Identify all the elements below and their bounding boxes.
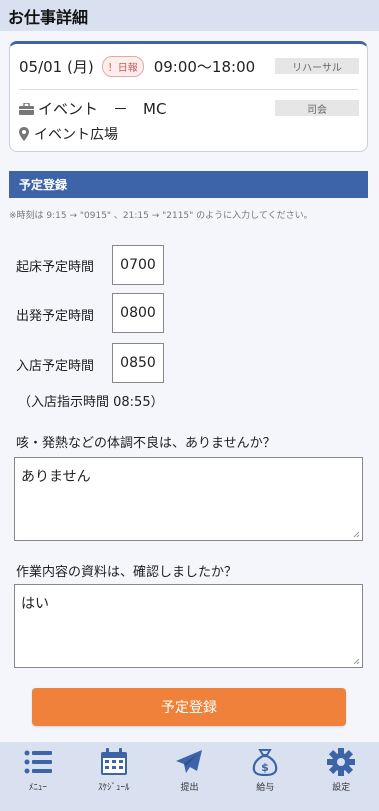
instruction-time: （入店指示時間 08:55） [18,395,164,410]
svg-text:$: $ [261,761,269,774]
wake-time-label: 起床予定時間 [16,260,95,275]
resize-grip-icon [353,531,360,538]
job-card: 05/01 (月) ！日報 09:00〜18:00 リハーサル イベント － M… [9,41,368,152]
report-badge[interactable]: ！日報 [101,56,144,77]
health-answer: ありません [21,469,91,485]
material-question: 作業内容の資料は、確認しましたか？ [16,565,238,580]
tag-mc: 司会 [275,100,359,116]
list-icon [24,750,52,774]
nav-settings-label: 設定 [332,783,351,793]
resize-grip-icon [353,658,360,665]
nav-menu[interactable]: ﾒﾆｭｰ [0,742,76,811]
nav-schedule[interactable]: ｽｹｼﾞｭｰﾙ [76,742,152,811]
bottom-nav: ﾒﾆｭｰ ｽｹｼﾞｭｰﾙ 提出 $ 給与 設定 [0,742,379,811]
health-answer-textarea[interactable]: ありません [14,457,363,541]
nav-salary-label: 給与 [256,783,275,793]
briefcase-icon [19,102,34,115]
depart-time-input[interactable]: 0800 [112,293,164,333]
gear-icon [327,748,356,776]
job-category-row: イベント － MC [19,98,166,119]
money-bag-icon: $ [252,749,278,776]
map-pin-icon [19,127,29,141]
nav-settings[interactable]: 設定 [303,742,379,811]
wake-time-input[interactable]: 0700 [112,245,164,285]
job-location: イベント広場 [34,127,118,143]
nav-submit-label: 提出 [180,783,199,793]
material-answer-textarea[interactable]: はい [14,584,363,668]
nav-submit[interactable]: 提出 [152,742,228,811]
page-header: お仕事詳細 [0,0,379,31]
arrive-time-input[interactable]: 0850 [112,343,164,383]
job-category: イベント － MC [38,100,167,118]
page-title: お仕事詳細 [8,7,89,27]
nav-schedule-label: ｽｹｼﾞｭｰﾙ [97,783,130,793]
job-date: 05/01 (月) [19,58,94,76]
input-note: ※時刻は 9:15 → "0915" 、21:15 → "2115" のように入… [9,211,313,221]
job-date-row: 05/01 (月) ！日報 09:00〜18:00 [19,56,255,77]
paper-plane-icon [176,750,203,773]
section-title: 予定登録 [19,178,68,192]
calendar-icon [100,748,127,775]
job-time: 09:00〜18:00 [153,58,256,76]
depart-time-label: 出発予定時間 [16,309,95,324]
nav-salary[interactable]: $ 給与 [227,742,303,811]
health-question: 咳・発熱などの体調不良は、ありませんか？ [16,436,276,451]
nav-menu-label: ﾒﾆｭｰ [28,783,47,793]
tag-rehearsal: リハーサル [275,58,359,74]
material-answer: はい [21,596,49,612]
arrive-time-label: 入店予定時間 [16,359,95,374]
submit-schedule-button[interactable]: 予定登録 [32,688,346,726]
job-location-row: イベント広場 [19,124,118,144]
section-header: 予定登録 [9,171,368,198]
card-divider [19,89,358,90]
